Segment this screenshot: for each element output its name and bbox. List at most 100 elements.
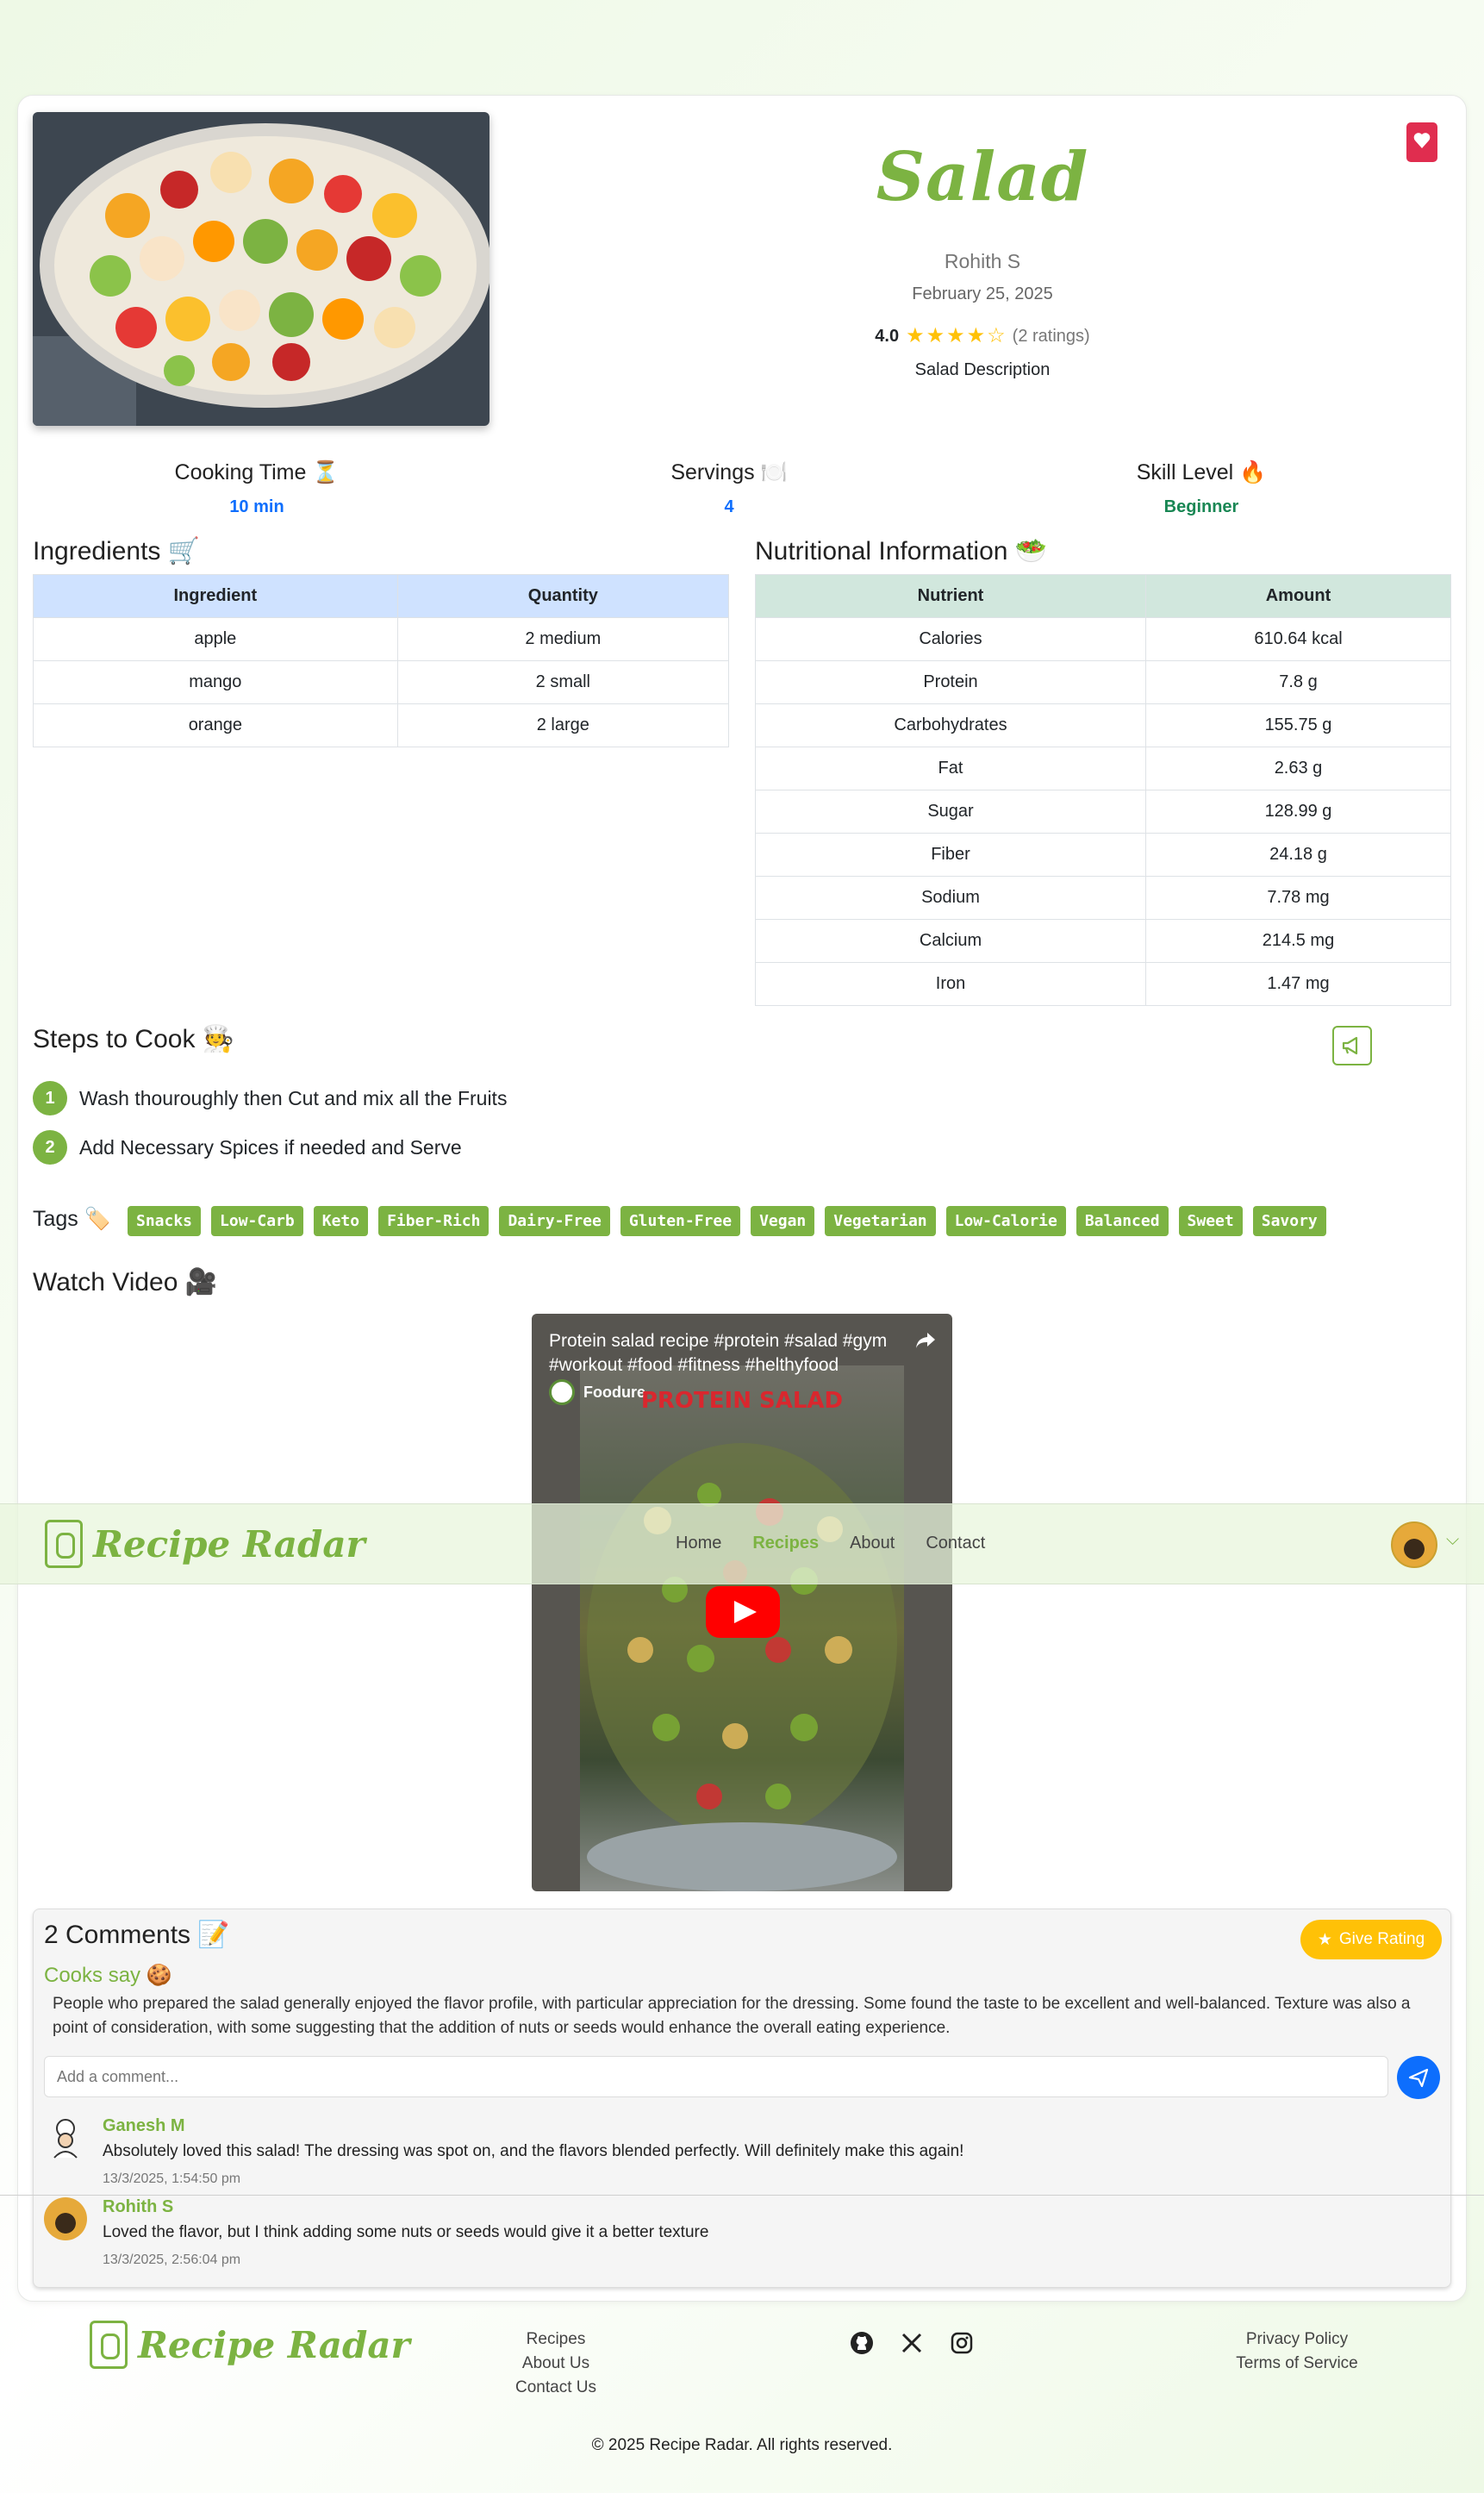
tag-badge[interactable]: Snacks <box>128 1206 202 1236</box>
comment-author: Ganesh M <box>103 2116 185 2135</box>
nutrient-name: Protein <box>755 660 1146 704</box>
nav-link-recipes[interactable]: Recipes <box>752 1534 819 1553</box>
nutrient-amount: 128.99 g <box>1145 790 1451 834</box>
tag-badge[interactable]: Sweet <box>1178 1206 1243 1236</box>
nav-link-contact[interactable]: Contact <box>926 1534 985 1553</box>
megaphone-icon <box>1342 1036 1358 1055</box>
ingredients-col-header: Ingredient <box>33 574 398 618</box>
tags-heading: Tags 🏷️ <box>33 1207 111 1231</box>
nav-link-home[interactable]: Home <box>676 1534 721 1553</box>
skill-level-stat: Skill Level 🔥 Beginner <box>1029 460 1374 517</box>
nutrient-name: Fiber <box>755 833 1146 877</box>
star-icon: ★ <box>946 324 965 347</box>
comment-input[interactable]: Add a comment... <box>44 2056 1388 2097</box>
table-row: Sodium 7.78 mg <box>755 876 1451 920</box>
nav-links: Home Recipes About Contact <box>676 1534 985 1553</box>
table-row: Protein 7.8 g <box>755 660 1451 704</box>
nutrient-amount: 7.78 mg <box>1145 876 1451 920</box>
table-row: Fat 2.63 g <box>755 747 1451 790</box>
comment-time: 13/3/2025, 1:54:50 pm <box>103 2171 241 2186</box>
step-text: Wash thouroughly then Cut and mix all th… <box>79 1086 508 1109</box>
servings-stat: Servings 🍽️ 4 <box>557 460 901 517</box>
footer-link-about[interactable]: About Us <box>483 2352 629 2376</box>
ingredient-name: orange <box>33 703 398 747</box>
chevron-down-icon[interactable]: ⌵ <box>1446 1530 1459 1550</box>
recipe-date: February 25, 2025 <box>912 284 1053 303</box>
nutrient-amount: 214.5 mg <box>1145 919 1451 963</box>
tags-list: Snacks Low-Carb Keto Fiber-Rich Dairy-Fr… <box>128 1206 1326 1236</box>
nutrient-name: Sugar <box>755 790 1146 834</box>
skill-level-value: Beginner <box>1163 497 1239 516</box>
video-overlay-text: PROTEIN SALAD <box>640 1388 844 1414</box>
logo-icon <box>90 2321 128 2369</box>
nutrition-col-header: Nutrient <box>755 574 1146 618</box>
nutrient-name: Fat <box>755 747 1146 790</box>
ingredient-name: mango <box>33 660 398 704</box>
tag-badge[interactable]: Low-Carb <box>211 1206 303 1236</box>
tag-badge[interactable]: Keto <box>313 1206 369 1236</box>
tag-badge[interactable]: Vegetarian <box>825 1206 936 1236</box>
table-row: Fiber 24.18 g <box>755 833 1451 877</box>
nutrient-amount: 1.47 mg <box>1145 962 1451 1006</box>
give-rating-button[interactable]: ★ Give Rating <box>1300 1920 1442 1959</box>
video-embed[interactable]: Protein salad recipe #protein #salad #gy… <box>532 1314 952 1891</box>
video-title[interactable]: Protein salad recipe #protein #salad #gy… <box>549 1329 894 1378</box>
x-icon[interactable] <box>900 2331 924 2355</box>
rating-stars: ★ ★ ★ ★ ☆ <box>906 326 1006 347</box>
terms-link[interactable]: Terms of Service <box>1207 2352 1387 2376</box>
ingredient-name: apple <box>33 617 398 661</box>
ingredient-quantity: 2 medium <box>396 617 730 661</box>
recipe-title: Salad <box>876 138 1089 216</box>
legal-links: Privacy Policy Terms of Service <box>1207 2327 1387 2376</box>
table-row: orange 2 large <box>33 703 730 747</box>
copyright: © 2025 Recipe Radar. All rights reserved… <box>591 2436 893 2454</box>
share-icon[interactable] <box>914 1331 937 1350</box>
tag-badge[interactable]: Savory <box>1252 1206 1326 1236</box>
play-button[interactable] <box>706 1586 780 1638</box>
footer-brand[interactable]: Recipe Radar <box>90 2321 410 2369</box>
nutrition-col-header: Amount <box>1145 574 1451 618</box>
ingredient-quantity: 2 small <box>396 660 730 704</box>
footer-link-contact[interactable]: Contact Us <box>483 2376 629 2400</box>
bookmark-button[interactable] <box>1406 122 1437 162</box>
footer-link-recipes[interactable]: Recipes <box>483 2327 629 2352</box>
ingredients-table: Ingredient Quantity apple 2 medium mango 2… <box>33 574 730 747</box>
tag-badge[interactable]: Low-Calorie <box>945 1206 1066 1236</box>
logo-icon <box>45 1520 83 1568</box>
step-number: 1 <box>33 1081 67 1115</box>
recipe-image <box>33 112 489 426</box>
tag-badge[interactable]: Balanced <box>1076 1206 1169 1236</box>
tag-badge[interactable]: Fiber-Rich <box>378 1206 489 1236</box>
navbar: Recipe Radar Home Recipes About Contact … <box>0 1503 1484 1584</box>
user-avatar[interactable] <box>1391 1521 1437 1568</box>
nutrient-amount: 2.63 g <box>1145 747 1451 790</box>
read-aloud-button[interactable] <box>1332 1026 1372 1065</box>
send-comment-button[interactable] <box>1397 2056 1440 2099</box>
tag-badge[interactable]: Gluten-Free <box>620 1206 741 1236</box>
table-row: mango 2 small <box>33 660 730 704</box>
rating-value: 4.0 <box>875 326 900 346</box>
nutrient-name: Calories <box>755 617 1146 661</box>
send-icon <box>1408 2068 1429 2088</box>
nutrient-name: Sodium <box>755 876 1146 920</box>
navbar-brand[interactable]: Recipe Radar <box>45 1520 365 1568</box>
tag-badge[interactable]: Vegan <box>751 1206 815 1236</box>
github-icon[interactable] <box>850 2331 874 2355</box>
star-icon: ★ <box>926 324 945 347</box>
instagram-icon[interactable] <box>950 2331 974 2355</box>
heart-icon <box>1413 133 1431 148</box>
recipe-author[interactable]: Rohith S <box>810 250 1155 273</box>
nutrient-name: Carbohydrates <box>755 703 1146 747</box>
comments-section: 2 Comments 📝 ★ Give Rating Cooks say 🍪 P… <box>33 1909 1451 2288</box>
comment-author: Rohith S <box>103 2197 174 2216</box>
social-links <box>850 2331 974 2355</box>
rating-count: (2 ratings) <box>1012 326 1090 346</box>
nav-link-about[interactable]: About <box>850 1534 895 1553</box>
divider <box>0 2195 1484 2196</box>
brand-name: Recipe Radar <box>93 1522 365 1565</box>
table-row: Sugar 128.99 g <box>755 790 1451 834</box>
step-number: 2 <box>33 1130 67 1165</box>
step-text: Add Necessary Spices if needed and Serve <box>79 1135 462 1159</box>
privacy-policy-link[interactable]: Privacy Policy <box>1207 2327 1387 2352</box>
tag-badge[interactable]: Dairy-Free <box>499 1206 610 1236</box>
